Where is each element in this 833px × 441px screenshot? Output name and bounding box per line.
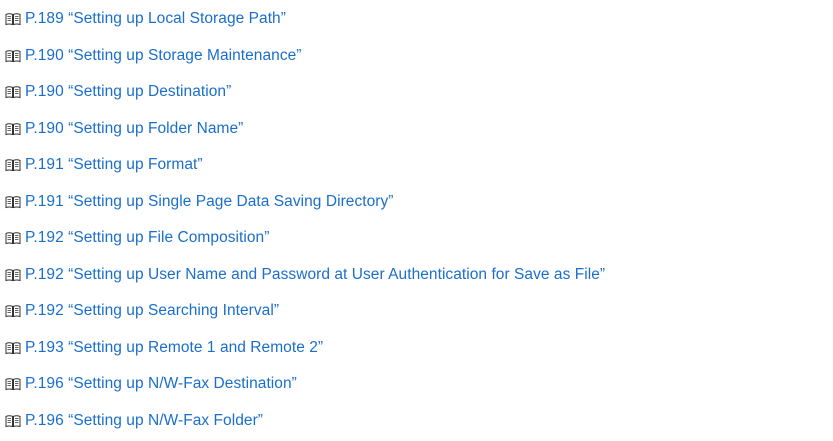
reference-item: P.190 “Setting up Destination”	[0, 74, 833, 111]
reference-link[interactable]: P.190 “Setting up Destination”	[25, 83, 231, 101]
book-icon	[5, 50, 21, 62]
reference-item: P.196 “Setting up N/W-Fax Destination”	[0, 366, 833, 403]
reference-item: P.192 “Setting up File Composition”	[0, 220, 833, 257]
reference-list: P.189 “Setting up Local Storage Path” P.…	[0, 0, 833, 439]
reference-item: P.191 “Setting up Format”	[0, 147, 833, 184]
reference-link[interactable]: P.190 “Setting up Storage Maintenance”	[25, 47, 302, 65]
book-icon	[5, 305, 21, 318]
reference-item: P.189 “Setting up Local Storage Path”	[0, 1, 833, 38]
reference-link[interactable]: P.196 “Setting up N/W-Fax Destination”	[25, 375, 297, 393]
reference-item: P.192 “Setting up Searching Interval”	[0, 293, 833, 330]
book-icon	[5, 86, 21, 99]
reference-link[interactable]: P.189 “Setting up Local Storage Path”	[25, 10, 286, 28]
reference-link[interactable]: P.196 “Setting up N/W-Fax Folder”	[25, 412, 263, 430]
reference-item: P.191 “Setting up Single Page Data Savin…	[0, 184, 833, 221]
book-icon	[5, 13, 21, 26]
book-icon	[5, 196, 21, 208]
book-icon	[5, 232, 21, 245]
reference-link[interactable]: P.191 “Setting up Format”	[25, 156, 203, 174]
book-icon	[5, 159, 21, 172]
reference-item: P.190 “Setting up Storage Maintenance”	[0, 38, 833, 75]
book-icon	[5, 342, 21, 354]
book-icon	[5, 378, 21, 391]
book-icon	[5, 415, 21, 427]
reference-link[interactable]: P.190 “Setting up Folder Name”	[25, 120, 243, 138]
reference-link[interactable]: P.192 “Setting up Searching Interval”	[25, 302, 279, 320]
reference-item: P.193 “Setting up Remote 1 and Remote 2”	[0, 330, 833, 367]
reference-link[interactable]: P.192 “Setting up File Composition”	[25, 229, 269, 247]
reference-item: P.196 “Setting up N/W-Fax Folder”	[0, 403, 833, 440]
book-icon	[5, 269, 21, 281]
book-icon	[5, 123, 21, 135]
reference-link[interactable]: P.191 “Setting up Single Page Data Savin…	[25, 193, 394, 211]
reference-item: P.192 “Setting up User Name and Password…	[0, 257, 833, 294]
reference-link[interactable]: P.192 “Setting up User Name and Password…	[25, 266, 605, 284]
reference-link[interactable]: P.193 “Setting up Remote 1 and Remote 2”	[25, 339, 323, 357]
reference-item: P.190 “Setting up Folder Name”	[0, 111, 833, 148]
